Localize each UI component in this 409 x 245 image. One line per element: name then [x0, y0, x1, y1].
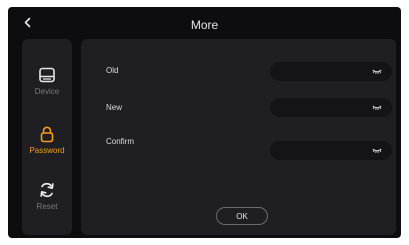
eye-closed-icon[interactable] — [372, 104, 382, 112]
sidebar: Device Password Reset — [22, 39, 72, 235]
confirm-password-field[interactable] — [270, 141, 392, 160]
sidebar-item-device[interactable]: Device — [22, 66, 72, 96]
sidebar-item-label: Reset — [36, 202, 58, 211]
settings-screen: More Device Password Reset Old New Confi… — [8, 7, 401, 238]
page-title: More — [190, 18, 219, 32]
refresh-icon — [40, 182, 54, 198]
new-password-label: New — [106, 103, 123, 112]
old-password-label: Old — [106, 66, 119, 75]
sidebar-item-reset[interactable]: Reset — [22, 181, 72, 211]
sidebar-item-label: Password — [29, 146, 65, 155]
ok-button[interactable]: OK — [216, 207, 268, 225]
top-bar: More — [8, 7, 401, 41]
sidebar-item-label: Device — [34, 87, 60, 96]
eye-closed-icon[interactable] — [372, 147, 382, 155]
confirm-password-label: Confirm — [106, 137, 135, 146]
sidebar-item-password[interactable]: Password — [22, 125, 72, 155]
device-icon — [39, 67, 55, 83]
password-panel: Old New Confirm OK — [81, 39, 396, 235]
eye-closed-icon[interactable] — [372, 68, 382, 76]
old-password-field[interactable] — [270, 62, 392, 81]
lock-icon — [40, 126, 54, 143]
new-password-field[interactable] — [270, 98, 392, 117]
